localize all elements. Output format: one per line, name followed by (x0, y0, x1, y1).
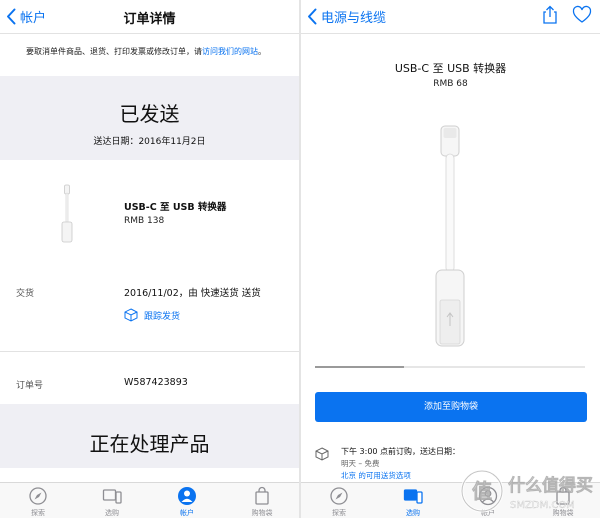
adapter-product-image[interactable] (420, 124, 480, 348)
website-link[interactable]: 访问我们的网站 (202, 47, 258, 56)
add-to-bag-button[interactable]: 添加至购物袋 (315, 392, 587, 422)
devices-icon (102, 489, 122, 504)
delivery-date: 送达日期：2016年11月2日 (93, 137, 206, 147)
tab-explore[interactable]: 探索 (8, 486, 68, 518)
tab-explore[interactable]: 探索 (309, 486, 369, 518)
page-title: 订单详情 (123, 12, 176, 27)
svg-text:SMZDM.COM: SMZDM.COM (510, 500, 575, 511)
devices-icon (403, 489, 423, 504)
package-icon (315, 447, 329, 461)
delivery-info: 下午 3:00 点前订购，送达日期： (341, 447, 461, 456)
share-icon[interactable] (540, 5, 560, 25)
order-number-label: 订单号 (16, 381, 44, 391)
tab-shop[interactable]: 选购 (383, 486, 443, 518)
compass-icon (29, 487, 47, 505)
track-shipment-link[interactable]: 跟踪发货 (124, 308, 180, 322)
gallery-progress (315, 366, 585, 368)
processing-section: 正在处理产品 (0, 404, 299, 468)
delivery-label: 交货 (16, 289, 35, 299)
person-icon (178, 487, 196, 505)
order-number-value: W587423893 (124, 377, 188, 388)
compass-icon (330, 487, 348, 505)
gallery-progress-fill (315, 366, 405, 368)
product-price: RMB 138 (124, 216, 165, 226)
navbar: 帐户 订单详情 (0, 0, 299, 34)
divider (0, 351, 299, 352)
shipped-status-section: 已发送 送达日期：2016年11月2日 (0, 76, 299, 160)
order-details-screen: 帐户 订单详情 要取消单件商品、退货、打印发票或修改订单，请访问我们的网站。 已… (0, 0, 299, 518)
product-price: RMB 68 (433, 79, 468, 89)
nav-actions (540, 5, 592, 25)
tab-bag[interactable]: 购物袋 (232, 486, 292, 518)
svg-text:什么值得买: 什么值得买 (508, 475, 593, 496)
delivery-value: 2016/11/02，由 快速送货 送货 (124, 288, 261, 299)
bag-icon (255, 486, 269, 505)
status-title: 已发送 (119, 102, 180, 126)
back-label: 电源与线缆 (321, 10, 387, 26)
processing-title: 正在处理产品 (89, 432, 210, 456)
product-name: USB-C 至 USB 转换器 (124, 202, 227, 213)
chevron-left-icon (308, 8, 317, 24)
tab-account[interactable]: 帐户 (157, 486, 217, 518)
delivery-date: 明天 – 免费 (341, 459, 380, 468)
watermark-logo: 值 什么值得买 SMZDM.COM (460, 469, 593, 513)
back-button[interactable]: 电源与线缆 (307, 6, 386, 26)
product-name: USB-C 至 USB 转换器 (394, 62, 507, 75)
delivery-options-link[interactable]: 北京 的可用送货选项 (341, 470, 411, 481)
product-screen: 电源与线缆 USB-C 至 USB 转换器 RMB 68 添加至购物袋 下午 3… (301, 0, 600, 518)
svg-text:值: 值 (472, 479, 492, 503)
notice-text: 要取消单件商品、退货、打印发票或修改订单，请访问我们的网站。 (26, 47, 266, 56)
navbar: 电源与线缆 (301, 0, 600, 34)
tab-shop[interactable]: 选购 (82, 486, 142, 518)
adapter-thumbnail (61, 184, 73, 243)
tab-bar: 探索 选购 帐户 购物袋 (0, 482, 299, 518)
package-icon (124, 308, 138, 322)
heart-icon[interactable] (572, 5, 592, 25)
